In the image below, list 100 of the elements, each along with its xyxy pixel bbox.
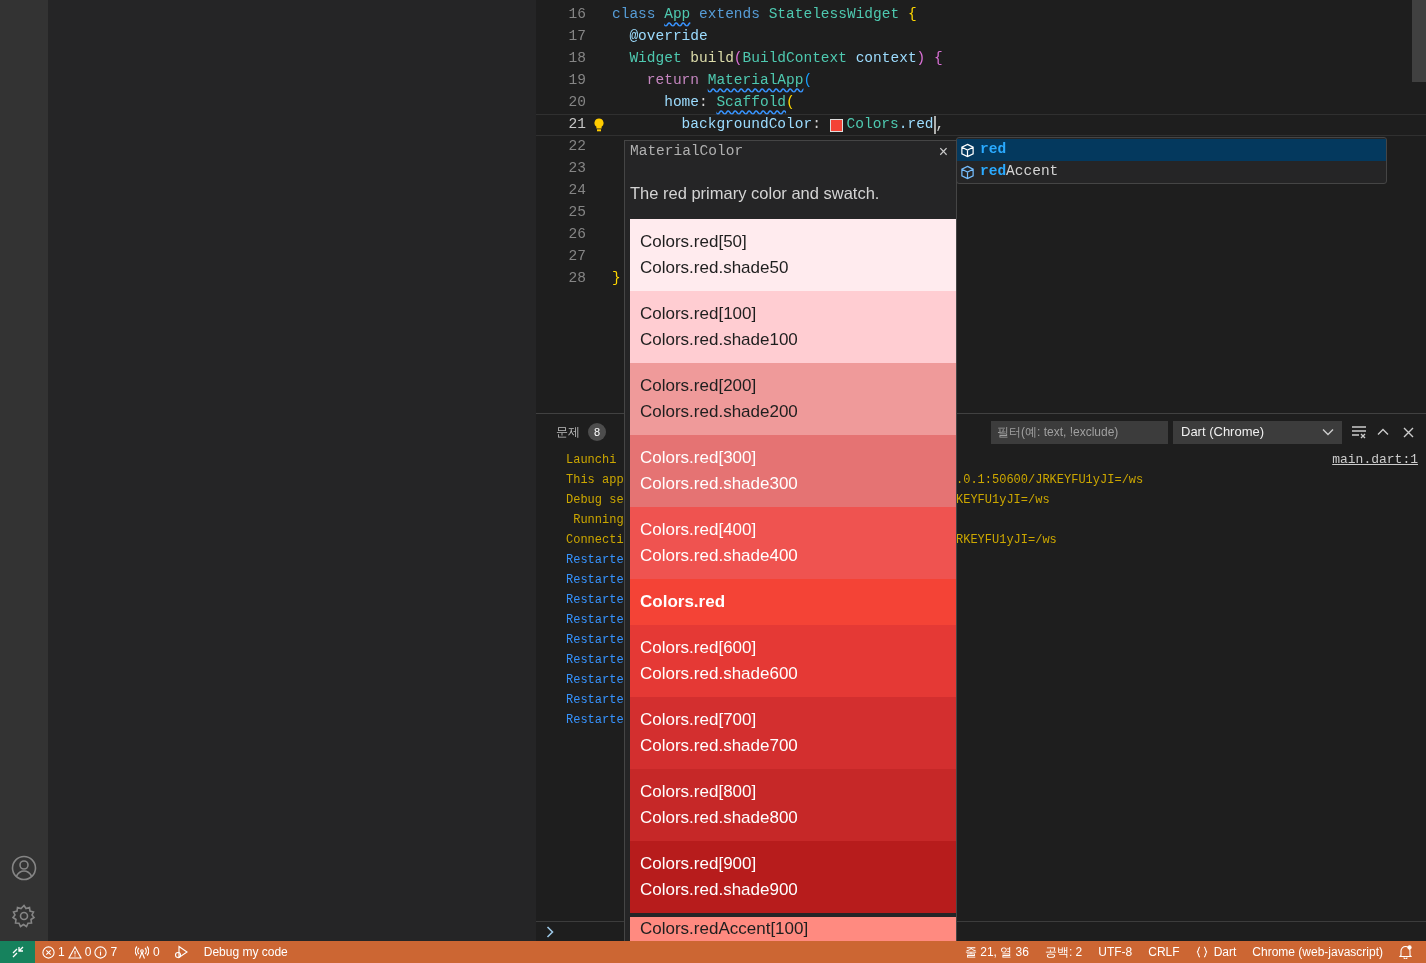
remote-icon	[11, 946, 24, 958]
code-token: MaterialApp	[707, 71, 804, 91]
code-token: class	[612, 5, 657, 25]
language-status-item[interactable]: Dart	[1187, 943, 1245, 961]
remote-button[interactable]	[0, 941, 35, 963]
close-button[interactable]: ×	[938, 144, 948, 160]
problems-count-badge: 8	[588, 423, 606, 441]
color-swatch-icon[interactable]	[829, 118, 843, 132]
swatch-label: Colors.red.shade400	[640, 545, 798, 567]
type-name: MaterialColor	[630, 142, 745, 162]
code-token: context	[855, 49, 917, 69]
code-token: {	[933, 49, 943, 69]
encoding-status[interactable]: UTF-8	[1090, 943, 1141, 961]
code-token: (	[733, 49, 743, 69]
code-token: backgroundColor	[680, 115, 813, 135]
clear-output-icon[interactable]	[1351, 425, 1367, 439]
line-number: 25	[567, 203, 586, 223]
cube-icon	[960, 142, 975, 158]
code-token: BuildContext	[742, 49, 848, 69]
code-token: build	[690, 49, 734, 69]
swatch-label: Colors.red.shade900	[640, 879, 798, 901]
code-token: :	[812, 115, 822, 135]
description-text: The red primary color and swatch.	[630, 183, 881, 203]
swatch-label: Colors.red[400]	[640, 519, 757, 541]
output-line: Restarte	[566, 693, 624, 707]
code-token: home	[663, 93, 699, 113]
code-token: (	[786, 93, 795, 113]
output-line: .0.1:50600/JRKEYFU1yJI=/ws	[956, 472, 1144, 489]
swatch-label: Colors.red.shade50	[640, 257, 789, 279]
chevron-down-icon	[1322, 428, 1334, 436]
scrollbar-thumb[interactable]	[1412, 0, 1426, 82]
code-token: )	[916, 49, 926, 69]
close-icon[interactable]	[1403, 426, 1414, 438]
problems-tab[interactable]: 문제	[556, 423, 580, 441]
output-line: Restarte	[566, 613, 624, 627]
output-line: Restarte	[566, 713, 624, 727]
warning-icon	[67, 945, 82, 959]
swatch-label: Colors.red[100]	[640, 303, 757, 325]
code-token: (	[803, 71, 813, 91]
code-token: App	[664, 5, 691, 25]
lightbulb-icon[interactable]	[594, 118, 604, 132]
output-line: Restarte	[566, 633, 624, 647]
line-number: 20	[567, 93, 586, 113]
error-icon	[42, 945, 55, 959]
filter-field[interactable]: 필터(예: text, !exclude)	[991, 420, 1168, 444]
output-line: Launchi	[566, 453, 617, 467]
suggestion-item[interactable]: redAccent	[957, 161, 1386, 183]
line-number: 17	[567, 27, 586, 47]
swatch-label: Colors.redAccent[100]	[640, 919, 809, 939]
output-channel-dropdown[interactable]: Dart (Chrome)	[1173, 420, 1342, 444]
output-line: Restarte	[566, 553, 624, 567]
swatch-label: Colors.red[300]	[640, 447, 757, 469]
output-line: Restarte	[566, 593, 624, 607]
line-number: 19	[567, 71, 586, 91]
line-number: 24	[567, 181, 586, 201]
code-token: Widget	[628, 49, 683, 69]
swatch-label: Colors.red.shade800	[640, 807, 798, 829]
code-token: return	[645, 71, 700, 91]
output-line: Restarte	[566, 573, 624, 587]
swatch-label: Colors.red.shade300	[640, 473, 798, 495]
debug-run-icon	[173, 945, 189, 959]
braces-icon	[1195, 946, 1208, 958]
code-token: StatelessWidget	[767, 5, 901, 25]
swatch-label: Colors.red[200]	[640, 375, 757, 397]
indentation-status[interactable]: 공백: 2	[1036, 943, 1091, 961]
line-ending-status[interactable]: CRLF	[1140, 943, 1188, 961]
ports-status-item[interactable]: 0	[135, 943, 160, 961]
line-number: 16	[567, 5, 586, 25]
swatch-label: Colors.red	[640, 591, 726, 613]
swatch-label: Colors.red.shade100	[640, 329, 798, 351]
cursor-position[interactable]: 줄 21, 열 36	[956, 943, 1037, 961]
source-link[interactable]: main.dart:1	[1332, 450, 1418, 470]
swatch-label: Colors.red.shade200	[640, 401, 798, 423]
line-number: 23	[567, 159, 586, 179]
line-number: 22	[567, 137, 586, 157]
suggestion-item[interactable]: red	[957, 139, 1386, 161]
info-icon	[94, 945, 108, 959]
chevron-up-icon[interactable]	[1377, 428, 1389, 436]
antenna-icon	[135, 945, 150, 959]
code-token: Colors	[846, 115, 899, 135]
code-token: Scaffold	[716, 93, 787, 113]
debug-status-item[interactable]: Debug my code	[173, 943, 288, 961]
line-number: 27	[567, 247, 586, 267]
code-token: .red	[898, 115, 934, 135]
chevron-right-icon[interactable]	[546, 925, 554, 938]
swatch-label: Colors.red[50]	[640, 231, 747, 253]
swatch-label: Colors.red.shade700	[640, 735, 798, 757]
notification-bell-icon[interactable]	[1399, 945, 1412, 959]
code-token: @override	[628, 27, 708, 47]
code-token: {	[907, 5, 917, 25]
problems-status-item[interactable]: 1 0 7	[42, 943, 118, 961]
settings-icon[interactable]	[11, 903, 37, 929]
code-token: ,	[935, 115, 945, 135]
debug-target-status[interactable]: Chrome (web-javascript)	[1244, 943, 1391, 961]
account-icon[interactable]	[11, 855, 37, 881]
code-token: extends	[698, 5, 760, 25]
swatch-label: Colors.red[700]	[640, 709, 757, 731]
cube-icon	[960, 164, 975, 180]
line-number: 28	[567, 269, 586, 289]
swatch-label: Colors.red[600]	[640, 637, 757, 659]
